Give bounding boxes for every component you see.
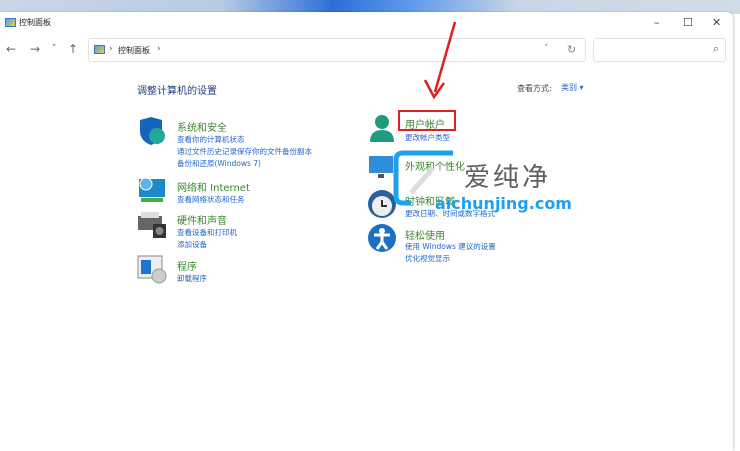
red-arrow-annotation (423, 21, 457, 100)
